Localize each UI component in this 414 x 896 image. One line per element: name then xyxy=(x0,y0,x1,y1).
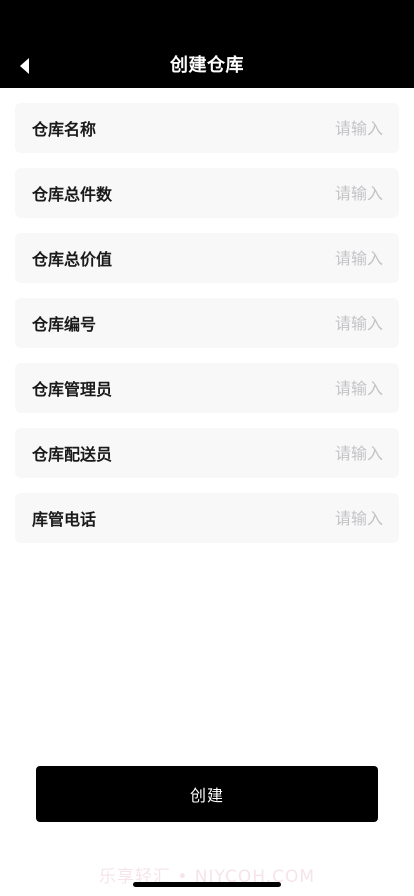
nav-header: 创建仓库 xyxy=(0,0,414,88)
warehouse-manager-input[interactable] xyxy=(213,378,383,398)
warehouse-phone-row[interactable]: 库管电话 xyxy=(15,493,399,543)
field-label: 仓库编号 xyxy=(32,315,97,334)
create-warehouse-screen: 创建仓库 仓库名称 仓库总件数 仓库总价值 仓库编号 仓库管理员 仓库配送员 库… xyxy=(0,0,414,896)
warehouse-courier-input[interactable] xyxy=(213,443,383,463)
home-indicator[interactable] xyxy=(133,882,281,887)
field-label: 仓库配送员 xyxy=(32,445,113,464)
warehouse-form: 仓库名称 仓库总件数 仓库总价值 仓库编号 仓库管理员 仓库配送员 库管电话 xyxy=(15,103,399,558)
field-label: 仓库管理员 xyxy=(32,380,113,399)
create-button[interactable]: 创建 xyxy=(36,766,378,822)
warehouse-total-value-row[interactable]: 仓库总价值 xyxy=(15,233,399,283)
page-title: 创建仓库 xyxy=(170,55,244,76)
warehouse-phone-input[interactable] xyxy=(213,508,383,528)
warehouse-manager-row[interactable]: 仓库管理员 xyxy=(15,363,399,413)
warehouse-courier-row[interactable]: 仓库配送员 xyxy=(15,428,399,478)
field-label: 仓库总价值 xyxy=(32,250,113,269)
warehouse-number-input[interactable] xyxy=(213,313,383,333)
field-label: 仓库名称 xyxy=(32,120,97,139)
warehouse-total-count-row[interactable]: 仓库总件数 xyxy=(15,168,399,218)
field-label: 库管电话 xyxy=(32,510,97,529)
warehouse-name-row[interactable]: 仓库名称 xyxy=(15,103,399,153)
warehouse-name-input[interactable] xyxy=(213,118,383,138)
warehouse-number-row[interactable]: 仓库编号 xyxy=(15,298,399,348)
warehouse-total-count-input[interactable] xyxy=(213,183,383,203)
field-label: 仓库总件数 xyxy=(32,185,113,204)
warehouse-total-value-input[interactable] xyxy=(213,248,383,268)
